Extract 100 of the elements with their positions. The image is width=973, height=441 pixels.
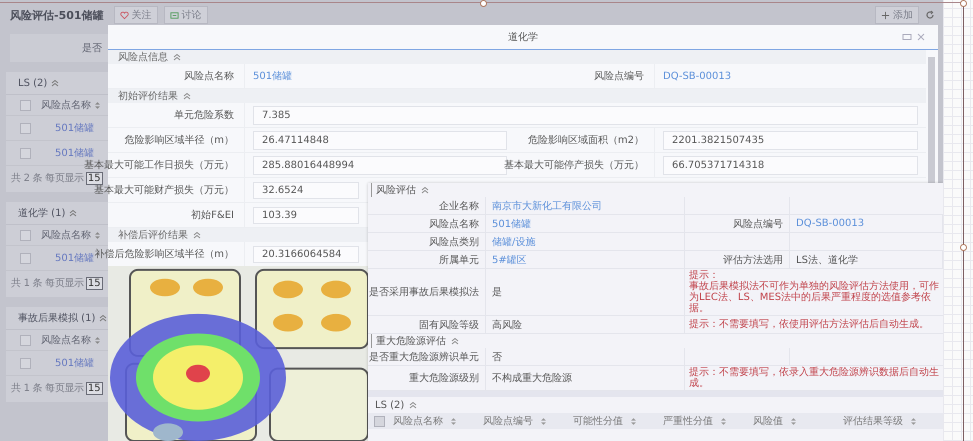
table-title: LS (2) (375, 400, 404, 410)
column-header[interactable]: 风险点名称 (41, 228, 91, 242)
field-label: 企业名称 (439, 200, 479, 212)
sort-icon[interactable] (541, 418, 546, 424)
input-field[interactable]: 26.47114848 (253, 130, 507, 150)
heart-icon (120, 10, 129, 20)
checkbox[interactable] (374, 416, 385, 426)
plus-icon (881, 10, 890, 20)
field-link[interactable]: 501储罐 (492, 216, 532, 230)
sort-icon[interactable] (911, 418, 916, 424)
field-value: 是 (492, 286, 502, 299)
input-field[interactable]: 103.39 (253, 206, 359, 224)
column-header[interactable]: 风险点名称 (393, 414, 443, 428)
action-button[interactable]: 讨论 (164, 6, 208, 24)
collapse-icon[interactable] (421, 186, 429, 194)
field-label: 危险影响区域半径（m） (124, 134, 234, 147)
section-title: LS (2) (18, 78, 48, 88)
collapse-icon[interactable] (173, 53, 181, 61)
collapse-icon[interactable] (183, 92, 191, 100)
field-label: 风险点编号 (733, 218, 783, 230)
sort-icon[interactable] (721, 418, 726, 424)
hint-text: 提示： (689, 270, 719, 281)
field-label: 单元危险系数 (174, 108, 234, 122)
maximize-icon[interactable] (902, 32, 912, 42)
page-size-field[interactable]: 15 (86, 172, 103, 184)
checkbox[interactable] (20, 358, 31, 368)
field-label: 风险点名称 (429, 218, 479, 230)
hint-text: 提示：不需要填写，依录入重大危险源辨识数据后自动生成。 (689, 367, 939, 389)
column-header[interactable]: 风险点名称 (41, 98, 91, 112)
page-size-field[interactable]: 15 (86, 276, 103, 290)
filter-label: 是否 (82, 42, 102, 55)
sort-icon[interactable] (95, 336, 100, 344)
input-field[interactable]: 32.6524 (253, 182, 359, 198)
field-label: 基本最大可能工作日损失（万元） (84, 158, 234, 172)
refresh-icon[interactable] (925, 10, 935, 20)
field-label: 基本最大可能停产损失（万元） (504, 158, 644, 172)
field-link[interactable]: 储罐/设施 (492, 234, 536, 248)
table-link[interactable]: 501储罐 (55, 121, 94, 135)
add-button[interactable]: 添加 (875, 6, 919, 24)
field-value: LS法、道化学 (796, 254, 858, 266)
dialog-title: 道化学 (508, 31, 538, 44)
input-field[interactable]: 20.3166064584 (253, 246, 359, 262)
field-link[interactable]: DQ-SB-00013 (796, 218, 864, 229)
page-title: 风险评估-501储罐 (10, 8, 104, 22)
field-link[interactable]: 南京市大新化工有限公司 (492, 198, 602, 212)
field-value: 不构成重大危险源 (492, 372, 572, 385)
section-title: 重大危险源评估 (376, 334, 446, 348)
pagination-text: 共 2 条 每页显示 (11, 172, 84, 185)
checkbox[interactable] (20, 230, 31, 240)
field-label: 所属单元 (439, 254, 479, 266)
field-link[interactable]: 501储罐 (253, 69, 292, 83)
collapse-icon[interactable] (451, 337, 459, 345)
scrollbar[interactable] (928, 57, 935, 185)
checkbox[interactable] (20, 252, 31, 264)
field-label: 初始F&EI (191, 208, 234, 222)
field-label: 固有风险等级 (419, 318, 479, 332)
table-link[interactable]: 501储罐 (55, 251, 94, 265)
sort-icon[interactable] (95, 232, 100, 238)
checkbox[interactable] (20, 334, 31, 346)
checkbox[interactable] (20, 148, 31, 158)
checkbox[interactable] (20, 100, 31, 110)
collapse-icon[interactable] (409, 401, 418, 409)
resize-handle[interactable] (480, 0, 487, 7)
input-field[interactable]: 66.705371714318 (663, 156, 918, 174)
chat-icon (170, 10, 179, 20)
collapse-icon[interactable] (69, 209, 78, 217)
input-field[interactable]: 7.385 (253, 106, 918, 124)
field-link[interactable]: 5#罐区 (492, 252, 527, 266)
table-link[interactable]: 501储罐 (55, 146, 94, 160)
section-title: 风险评估 (376, 184, 416, 197)
collapse-icon[interactable] (193, 231, 201, 239)
checkbox[interactable] (20, 122, 31, 134)
column-header[interactable]: 可能性分值 (573, 414, 623, 428)
group-title: 风险点信息 (118, 50, 168, 64)
page-size-field[interactable]: 15 (86, 382, 103, 394)
table-link[interactable]: 501储罐 (55, 356, 94, 370)
section-title: 道化学 (1) (18, 207, 66, 220)
pagination-text: 共 1 条 每页显示 (11, 382, 84, 395)
field-label: 风险点编号 (594, 70, 644, 83)
collapse-icon[interactable] (51, 79, 60, 87)
column-header[interactable]: 风险值 (753, 414, 783, 428)
field-label: 风险点名称 (184, 70, 234, 83)
field-link[interactable]: DQ-SB-00013 (663, 70, 732, 82)
collapse-icon[interactable] (99, 314, 108, 322)
input-field[interactable]: 2201.3821507435 (663, 130, 918, 150)
sort-icon[interactable] (631, 418, 636, 424)
field-label: 评估方法选用 (723, 254, 783, 266)
field-label: 是否采用事故后果模拟法 (369, 286, 479, 299)
close-icon[interactable] (916, 32, 926, 42)
group-title: 补偿后评价结果 (118, 228, 188, 242)
column-header[interactable]: 风险点名称 (41, 333, 91, 347)
field-label: 基本最大可能财产损失（万元） (94, 184, 234, 197)
sort-icon[interactable] (95, 102, 100, 108)
column-header[interactable]: 评估结果等级 (843, 414, 903, 428)
column-header[interactable]: 严重性分值 (663, 414, 713, 428)
sort-icon[interactable] (451, 418, 456, 424)
group-title: 初始评价结果 (118, 90, 178, 103)
sort-icon[interactable] (791, 418, 796, 424)
action-button[interactable]: 关注 (114, 6, 158, 24)
column-header[interactable]: 风险点编号 (483, 414, 533, 428)
